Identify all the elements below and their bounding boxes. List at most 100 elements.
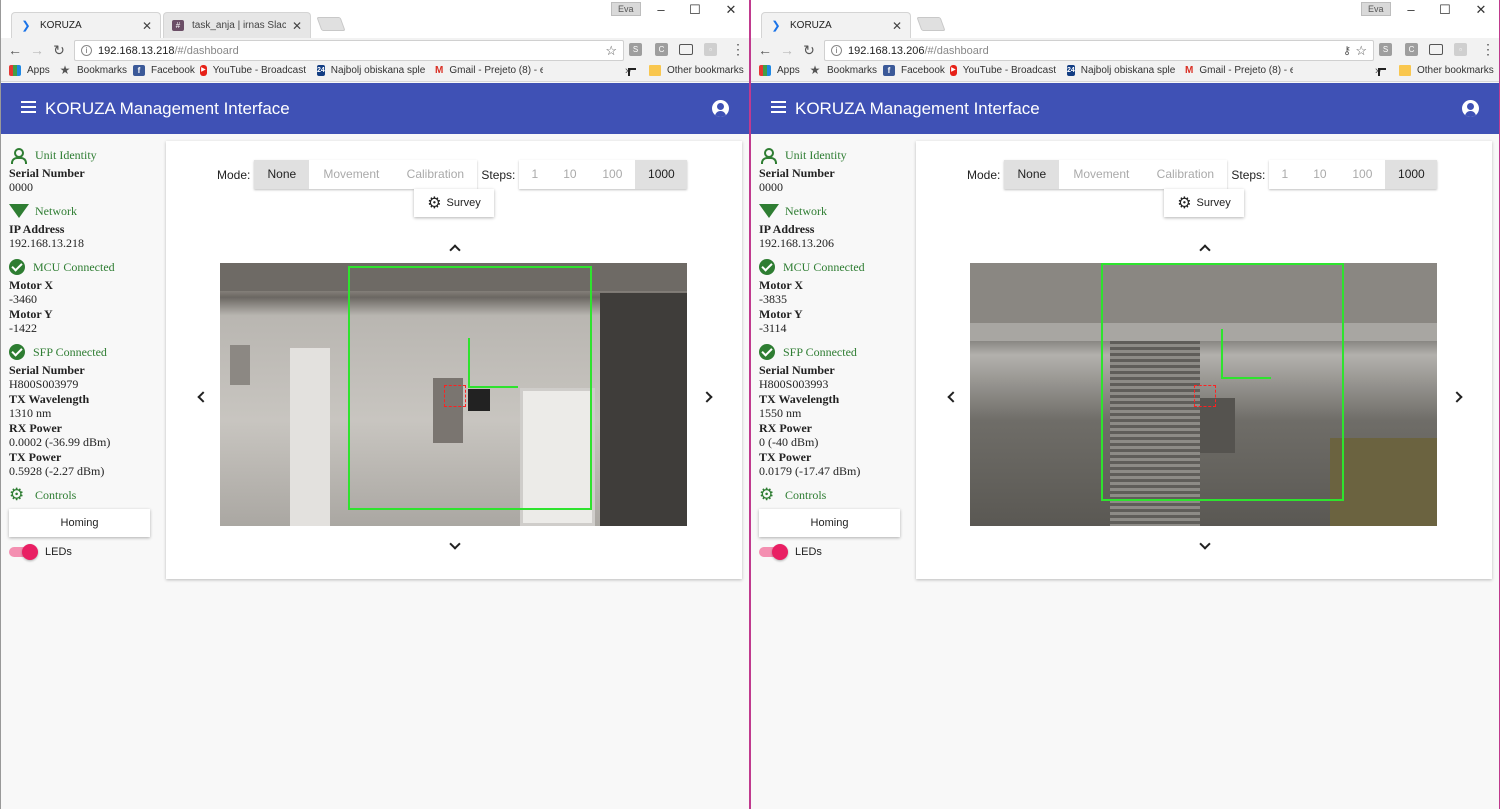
- close-window-button[interactable]: ✕: [721, 2, 741, 18]
- star-icon: ★: [59, 65, 71, 76]
- account-icon[interactable]: [1462, 100, 1479, 117]
- label: Motor Y: [759, 307, 803, 321]
- camera-feed[interactable]: [220, 263, 687, 526]
- gear-icon: ⚙: [759, 485, 775, 505]
- tab-koruza[interactable]: ❯ KORUZA ✕: [761, 12, 911, 38]
- other-bookmarks[interactable]: Other bookmarks: [1399, 65, 1494, 76]
- homing-button[interactable]: Homing: [9, 509, 150, 537]
- bookmark-facebook[interactable]: f Facebook: [133, 65, 195, 76]
- move-down-chevron-icon[interactable]: [1198, 539, 1210, 551]
- camera-feed[interactable]: [970, 263, 1437, 526]
- info-icon[interactable]: i: [831, 45, 842, 56]
- extension-icon[interactable]: ▫: [1454, 43, 1467, 56]
- bookmark-youtube[interactable]: ▶ YouTube - Broadcast: [950, 65, 1056, 76]
- bookmark-apps[interactable]: Apps: [9, 65, 50, 76]
- mode-movement-button[interactable]: Movement: [1059, 160, 1144, 189]
- new-tab-button[interactable]: [316, 17, 346, 31]
- bookmark-youtube[interactable]: ▶ YouTube - Broadcast: [200, 65, 306, 76]
- move-up-chevron-icon[interactable]: [448, 241, 460, 253]
- step-100-button[interactable]: 100: [1339, 160, 1386, 189]
- mode-none-button[interactable]: None: [1004, 160, 1060, 189]
- bookmark-bookmarks[interactable]: ★ Bookmarks: [59, 65, 127, 76]
- tab-slack[interactable]: # task_anja | irnas Slack ✕: [163, 12, 311, 38]
- info-icon[interactable]: i: [81, 45, 92, 56]
- menu-icon[interactable]: [771, 101, 786, 113]
- title-bar: ❯ KORUZA ✕ Eva – ☐ ✕: [751, 0, 1499, 38]
- step-1-button[interactable]: 1: [519, 160, 551, 189]
- extension-icon[interactable]: S: [629, 43, 642, 56]
- menu-icon[interactable]: [21, 101, 36, 113]
- move-left-chevron-icon[interactable]: [194, 390, 206, 402]
- koruza-chevron-icon: ❯: [771, 20, 781, 32]
- cast-icon[interactable]: [679, 44, 693, 55]
- leds-toggle[interactable]: [9, 544, 38, 560]
- mode-movement-button[interactable]: Movement: [309, 160, 394, 189]
- back-icon[interactable]: ←: [7, 41, 23, 59]
- close-icon[interactable]: ✕: [892, 19, 902, 33]
- extension-icon[interactable]: S: [1379, 43, 1392, 56]
- extension-icon[interactable]: C: [1405, 43, 1418, 56]
- account-icon[interactable]: [712, 100, 729, 117]
- reload-icon[interactable]: ↻: [51, 41, 67, 59]
- address-bar[interactable]: i 192.168.13.218 /#/dashboard ☆: [74, 40, 624, 61]
- extension-icon[interactable]: C: [655, 43, 668, 56]
- mode-calibration-button[interactable]: Calibration: [1143, 160, 1228, 189]
- minimize-button[interactable]: –: [1401, 2, 1421, 17]
- step-10-button[interactable]: 10: [1300, 160, 1340, 189]
- maximize-button[interactable]: ☐: [685, 2, 705, 18]
- minimize-button[interactable]: –: [651, 2, 671, 17]
- step-100-button[interactable]: 100: [589, 160, 636, 189]
- new-tab-button[interactable]: [916, 17, 946, 31]
- step-1000-button[interactable]: 1000: [1385, 160, 1438, 189]
- move-right-chevron-icon[interactable]: [702, 390, 714, 402]
- value: 0.5928 (-2.27 dBm): [9, 464, 105, 478]
- bookmark-gmail[interactable]: M Gmail - Prejeto (8) - e: [435, 65, 543, 76]
- close-window-button[interactable]: ✕: [1471, 2, 1491, 18]
- close-icon[interactable]: ✕: [292, 19, 302, 33]
- survey-button[interactable]: ⚙ Survey: [1164, 189, 1244, 217]
- profile-badge[interactable]: Eva: [611, 2, 641, 16]
- bookmark-gmail[interactable]: M Gmail - Prejeto (8) - e: [1185, 65, 1293, 76]
- bookmarks-overflow-chevron[interactable]: »: [1375, 65, 1387, 77]
- toggle-thumb[interactable]: [772, 544, 788, 560]
- step-1000-button[interactable]: 1000: [635, 160, 688, 189]
- bookmarks-overflow-chevron[interactable]: »: [625, 65, 637, 77]
- reload-icon[interactable]: ↻: [801, 41, 817, 59]
- mode-none-button[interactable]: None: [254, 160, 310, 189]
- leds-toggle[interactable]: [759, 544, 788, 560]
- bookmark-24ur[interactable]: 24 Najbolj obiskana sple: [1067, 65, 1175, 76]
- close-icon[interactable]: ✕: [142, 19, 152, 33]
- move-down-chevron-icon[interactable]: [448, 539, 460, 551]
- move-up-chevron-icon[interactable]: [1198, 241, 1210, 253]
- tab-koruza[interactable]: ❯ KORUZA ✕: [11, 12, 161, 38]
- homing-button[interactable]: Homing: [759, 509, 900, 537]
- forward-icon[interactable]: →: [779, 41, 795, 59]
- maximize-button[interactable]: ☐: [1435, 2, 1455, 18]
- step-1-button[interactable]: 1: [1269, 160, 1301, 189]
- wifi-icon: [759, 204, 779, 218]
- bookmark-facebook[interactable]: f Facebook: [883, 65, 945, 76]
- forward-icon[interactable]: →: [29, 41, 45, 59]
- address-bar[interactable]: i 192.168.13.206 /#/dashboard ⚷ ☆: [824, 40, 1374, 61]
- move-left-chevron-icon[interactable]: [944, 390, 956, 402]
- extension-icon[interactable]: ▫: [704, 43, 717, 56]
- bookmark-star-icon[interactable]: ☆: [605, 43, 617, 59]
- back-icon[interactable]: ←: [757, 41, 773, 59]
- profile-badge[interactable]: Eva: [1361, 2, 1391, 16]
- bookmark-bookmarks[interactable]: ★ Bookmarks: [809, 65, 877, 76]
- other-bookmarks[interactable]: Other bookmarks: [649, 65, 744, 76]
- bookmark-star-icon[interactable]: ☆: [1355, 43, 1367, 59]
- chrome-menu-icon[interactable]: ⋮: [1481, 41, 1495, 58]
- steps-label: Steps:: [481, 167, 516, 182]
- folder-icon: [649, 65, 661, 76]
- move-right-chevron-icon[interactable]: [1452, 390, 1464, 402]
- bookmark-24ur[interactable]: 24 Najbolj obiskana sple: [317, 65, 425, 76]
- cast-icon[interactable]: [1429, 44, 1443, 55]
- survey-button[interactable]: ⚙ Survey: [414, 189, 494, 217]
- bookmark-apps[interactable]: Apps: [759, 65, 800, 76]
- mode-calibration-button[interactable]: Calibration: [393, 160, 478, 189]
- chrome-menu-icon[interactable]: ⋮: [731, 41, 745, 58]
- toggle-thumb[interactable]: [22, 544, 38, 560]
- step-10-button[interactable]: 10: [550, 160, 590, 189]
- key-icon[interactable]: ⚷: [1343, 44, 1351, 57]
